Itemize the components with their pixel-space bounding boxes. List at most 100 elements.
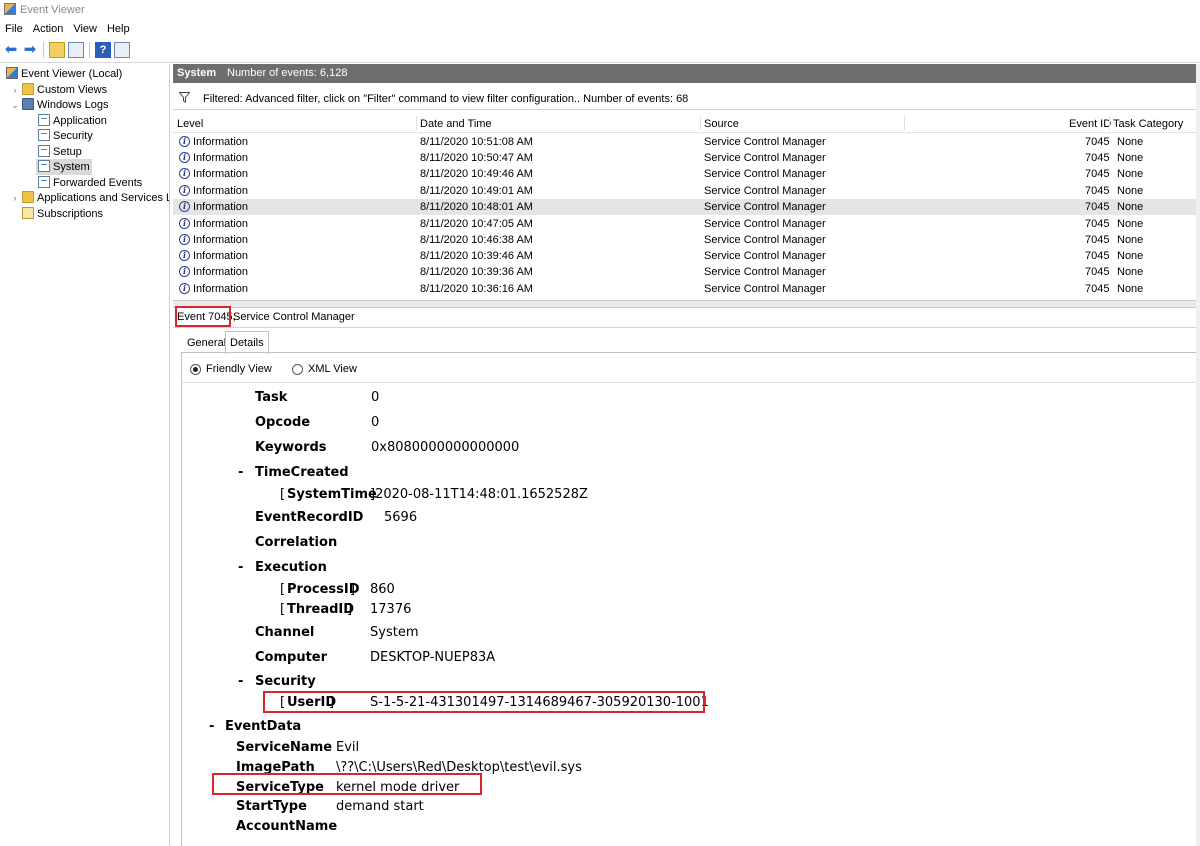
table-row[interactable]: i Information 8/11/2020 10:46:38 AM Serv… — [173, 232, 1200, 248]
detail-key-threadid: ThreadID — [287, 602, 355, 617]
detail-key-security: Security — [255, 674, 316, 689]
menu-help[interactable]: Help — [102, 20, 135, 35]
row-event-id: 7045 — [1085, 168, 1110, 180]
column-date[interactable]: Date and Time — [420, 118, 492, 130]
tree-windows-logs[interactable]: ⌄ Windows Logs — [11, 97, 109, 113]
table-row[interactable]: i Information 8/11/2020 10:39:46 AM Serv… — [173, 248, 1200, 264]
tree-log-system[interactable]: System — [36, 159, 92, 175]
row-level: Information — [193, 234, 249, 246]
row-source: Service Control Manager — [704, 234, 826, 246]
properties-icon[interactable] — [68, 42, 84, 58]
detail-key-starttype: StartType — [236, 799, 307, 814]
row-level: Information — [193, 218, 249, 230]
detail-key-servicename: ServiceName — [236, 740, 333, 755]
table-row[interactable]: i Information 8/11/2020 10:47:05 AM Serv… — [173, 216, 1200, 232]
row-source: Service Control Manager — [704, 136, 826, 148]
information-icon: i — [179, 250, 190, 261]
menu-file[interactable]: File — [0, 20, 28, 35]
detail-key-processid: ProcessID — [287, 582, 360, 597]
forward-arrow-icon[interactable]: ➡ — [22, 42, 38, 58]
tree-log-setup[interactable]: Setup — [38, 144, 82, 160]
menu-action[interactable]: Action — [28, 20, 69, 35]
highlight-box-servicetype — [212, 773, 482, 795]
back-arrow-icon[interactable]: ⬅ — [3, 42, 19, 58]
log-event-count: Number of events: 6,128 — [227, 67, 348, 79]
table-row[interactable]: i Information 8/11/2020 10:50:47 AM Serv… — [173, 150, 1200, 166]
xml-view-label[interactable]: XML View — [308, 363, 357, 375]
information-icon: i — [179, 152, 190, 163]
vertical-scrollbar[interactable] — [1196, 64, 1200, 846]
show-pane-icon[interactable] — [114, 42, 130, 58]
bracket-close: ] — [347, 602, 353, 617]
table-row[interactable]: i Information 8/11/2020 10:36:16 AM Serv… — [173, 281, 1200, 297]
tree-log-security[interactable]: Security — [38, 128, 93, 144]
tab-details[interactable]: Details — [225, 331, 269, 354]
column-source[interactable]: Source — [704, 118, 739, 130]
table-row[interactable]: i Information 8/11/2020 10:49:46 AM Serv… — [173, 166, 1200, 182]
folder-icon — [22, 191, 34, 203]
event-list-header: Level Date and Time Source Event ID Task… — [173, 114, 1200, 133]
row-event-id: 7045 — [1085, 266, 1110, 278]
row-task: None — [1117, 201, 1144, 213]
row-source: Service Control Manager — [704, 283, 826, 295]
xml-view-radio[interactable] — [292, 364, 303, 375]
detail-key-systemtime: SystemTime — [287, 487, 377, 502]
information-icon: i — [179, 218, 190, 229]
detail-value-eventrecordid: 5696 — [384, 510, 418, 525]
column-separator[interactable] — [416, 116, 417, 130]
tree-subscriptions-label: Subscriptions — [37, 208, 104, 220]
row-source: Service Control Manager — [704, 168, 826, 180]
column-separator[interactable] — [1109, 116, 1110, 130]
table-row[interactable]: i Information 8/11/2020 10:49:01 AM Serv… — [173, 183, 1200, 199]
log-icon — [38, 114, 50, 126]
information-icon: i — [179, 185, 190, 196]
collapse-toggle[interactable]: - — [209, 719, 214, 734]
help-icon[interactable]: ? — [95, 42, 111, 58]
column-task-category[interactable]: Task Category — [1113, 118, 1183, 130]
collapse-toggle[interactable]: - — [238, 465, 243, 480]
row-task: None — [1117, 250, 1144, 262]
row-date: 8/11/2020 10:50:47 AM — [420, 152, 533, 164]
collapse-toggle[interactable]: - — [238, 560, 243, 575]
tree-apps-services[interactable]: › Applications and Services Lo — [14, 190, 169, 206]
highlight-box-userid — [263, 691, 705, 713]
menu-view[interactable]: View — [68, 20, 102, 35]
friendly-view-label[interactable]: Friendly View — [206, 363, 272, 375]
row-task: None — [1117, 218, 1144, 230]
pane-splitter[interactable] — [173, 300, 1200, 308]
column-event-id[interactable]: Event ID — [1069, 118, 1111, 130]
detail-value-keywords: 0x8080000000000000 — [371, 440, 520, 455]
log-icon — [38, 145, 50, 157]
window-title: Event Viewer — [20, 4, 85, 16]
row-source: Service Control Manager — [704, 152, 826, 164]
detail-value-servicename: Evil — [336, 740, 360, 755]
detail-value-opcode: 0 — [371, 415, 380, 430]
column-level[interactable]: Level — [177, 118, 203, 130]
tree-log-application[interactable]: Application — [38, 113, 107, 129]
tab-general[interactable]: General — [183, 333, 230, 353]
row-source: Service Control Manager — [704, 266, 826, 278]
tree-log-forwarded-events[interactable]: Forwarded Events — [38, 175, 142, 191]
table-row[interactable]: i Information 8/11/2020 10:51:08 AM Serv… — [173, 134, 1200, 150]
detail-value-threadid: 17376 — [370, 602, 412, 617]
friendly-view-radio[interactable] — [190, 364, 201, 375]
table-row[interactable]: i Information 8/11/2020 10:39:36 AM Serv… — [173, 264, 1200, 280]
table-row-selected[interactable]: i Information 8/11/2020 10:48:01 AM Serv… — [173, 199, 1200, 215]
collapse-arrow-icon[interactable]: ⌄ — [10, 97, 20, 113]
expand-arrow-icon[interactable]: › — [10, 82, 20, 98]
folder-up-icon[interactable] — [49, 42, 65, 58]
filter-bar: Filtered: Advanced filter, click on "Fil… — [173, 89, 1200, 110]
tree-custom-views[interactable]: › Custom Views — [14, 82, 107, 98]
detail-value-processid: 860 — [370, 582, 395, 597]
tree-root[interactable]: Event Viewer (Local) — [6, 66, 122, 82]
log-icon — [38, 176, 50, 188]
log-name: System — [177, 67, 217, 79]
column-separator[interactable] — [700, 116, 701, 130]
collapse-toggle[interactable]: - — [238, 674, 243, 689]
folder-icon — [22, 98, 34, 110]
column-separator[interactable] — [904, 116, 905, 130]
tree-subscriptions[interactable]: Subscriptions — [22, 206, 103, 222]
detail-value-systemtime: ]2020-08-11T14:48:01.1652528Z — [370, 487, 588, 502]
expand-arrow-icon[interactable]: › — [10, 190, 20, 206]
bracket-open: [ — [280, 602, 286, 617]
